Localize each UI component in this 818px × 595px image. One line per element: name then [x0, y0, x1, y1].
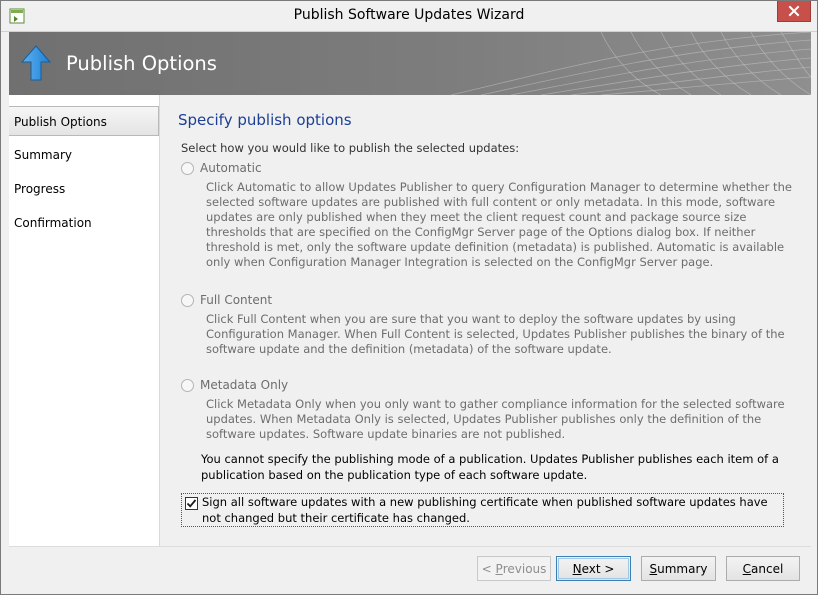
nav-item-confirmation[interactable]: Confirmation [9, 208, 159, 238]
publishing-mode-note: You cannot specify the publishing mode o… [201, 452, 779, 482]
section-heading: Specify publish options [178, 111, 352, 129]
nav-item-progress[interactable]: Progress [9, 174, 159, 204]
title-bar: Publish Software Updates Wizard [1, 1, 817, 32]
next-button-rest: ext > [581, 561, 615, 576]
option-metadata-only-label: Metadata Only [200, 378, 289, 392]
summary-button-rest: ummary [657, 561, 708, 576]
option-automatic-label: Automatic [200, 161, 262, 175]
radio-full-content[interactable] [181, 293, 194, 307]
summary-button[interactable]: Summary [641, 556, 716, 581]
option-automatic-description: Click Automatic to allow Updates Publish… [206, 180, 792, 269]
option-full-content-description: Click Full Content when you are sure tha… [206, 312, 785, 356]
previous-button-accel: P [495, 561, 503, 576]
nav-item-summary[interactable]: Summary [9, 140, 159, 170]
intro-text: Select how you would like to publish the… [181, 141, 520, 155]
sign-updates-checkbox[interactable] [185, 497, 198, 510]
next-button[interactable]: Next > [556, 556, 631, 581]
next-button-accel: N [572, 561, 582, 576]
previous-button-rest: revious [502, 561, 547, 576]
checkmark-icon [186, 499, 197, 508]
wizard-window: Publish Software Updates Wizard Publish … [0, 0, 818, 595]
wizard-step-nav: Publish Options Summary Progress Confirm… [9, 95, 160, 546]
close-button[interactable] [777, 1, 811, 22]
option-metadata-only-description: Click Metadata Only when you only want t… [206, 397, 785, 441]
sign-updates-checkbox-row[interactable]: Sign all software updates with a new pub… [181, 493, 784, 527]
summary-button-accel: S [649, 561, 658, 576]
footer-separator [9, 546, 811, 547]
page-title: Publish Options [66, 52, 217, 75]
sign-updates-label: Sign all software updates with a new pub… [202, 495, 768, 525]
previous-button[interactable]: < Previous [477, 556, 551, 581]
window-title: Publish Software Updates Wizard [293, 7, 525, 23]
option-full-content[interactable]: Full Content [181, 293, 272, 307]
previous-button-prefix: < [481, 561, 496, 576]
radio-metadata-only[interactable] [181, 378, 194, 392]
nav-item-publish-options[interactable]: Publish Options [9, 106, 159, 136]
publish-options-panel: Specify publish options Select how you w… [160, 95, 811, 546]
cancel-button[interactable]: Cancel [726, 556, 800, 581]
option-metadata-only[interactable]: Metadata Only [181, 378, 288, 392]
radio-automatic[interactable] [181, 161, 194, 175]
up-arrow-icon [21, 45, 51, 81]
header-banner: Publish Options [9, 32, 811, 95]
cancel-button-rest: ancel [751, 561, 784, 576]
cancel-button-accel: C [742, 561, 752, 576]
banner-mesh-decoration [450, 32, 811, 95]
option-automatic[interactable]: Automatic [181, 161, 262, 175]
option-full-content-label: Full Content [200, 293, 273, 307]
close-icon [788, 5, 800, 17]
